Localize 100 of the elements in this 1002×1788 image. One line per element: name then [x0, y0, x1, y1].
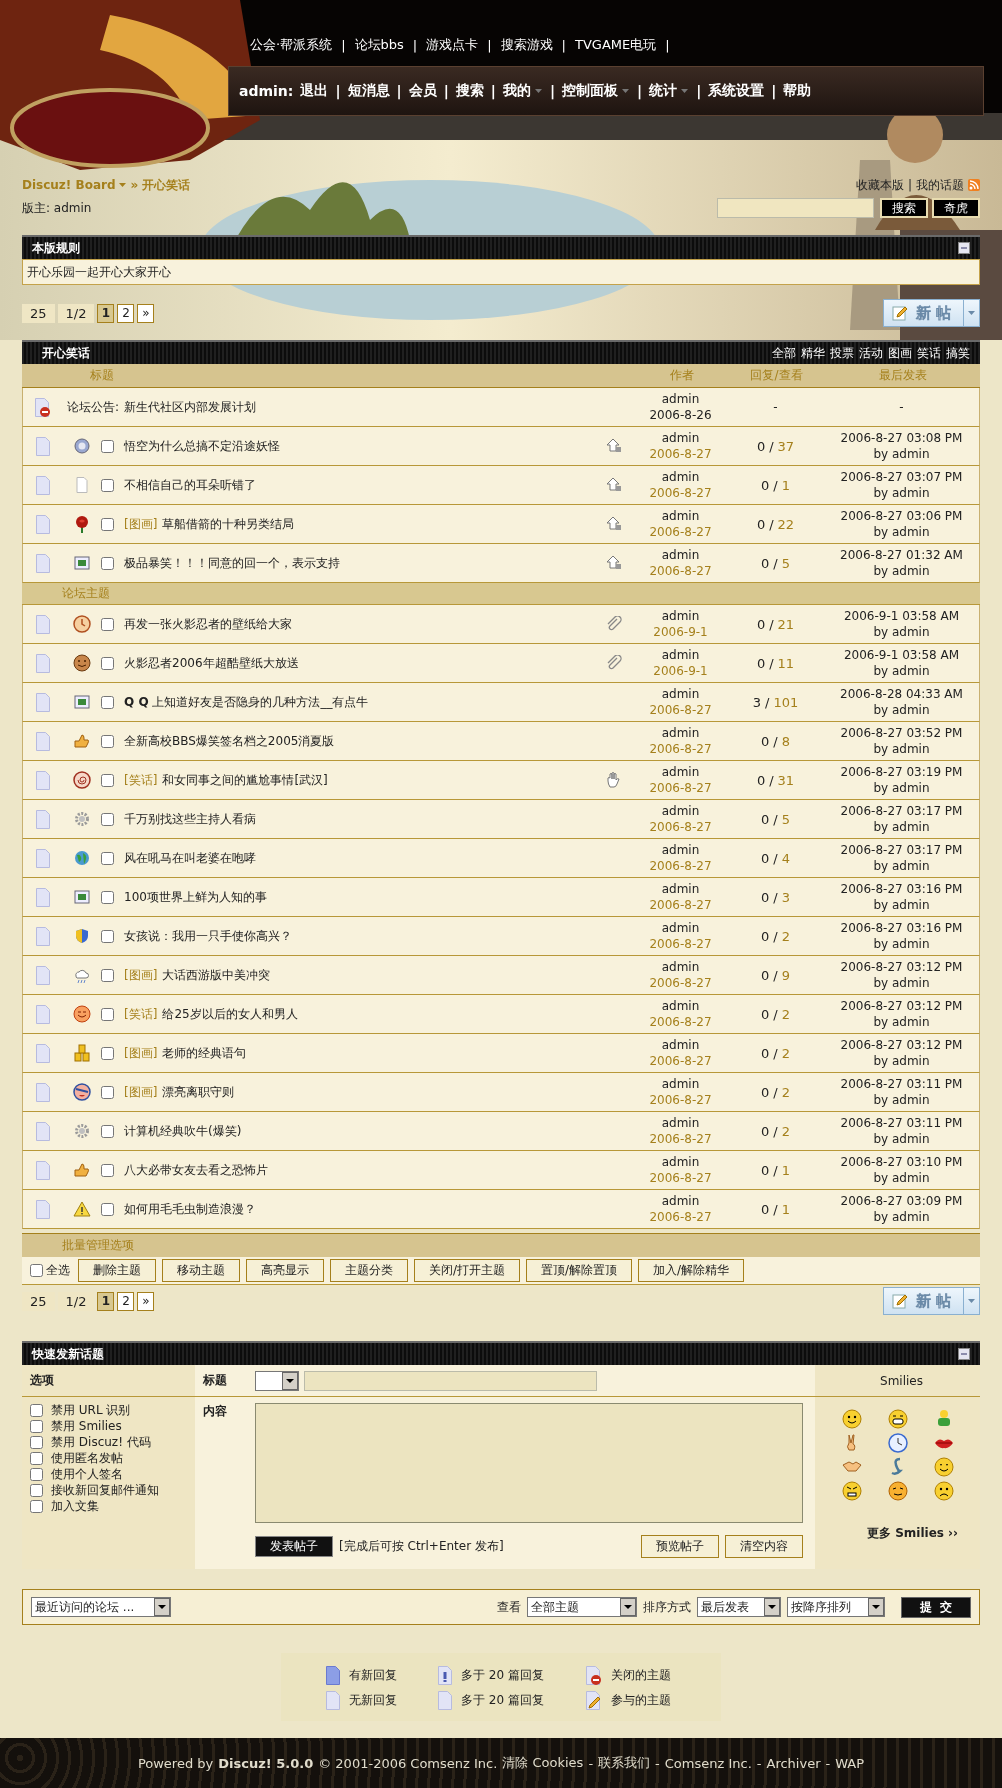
header-link[interactable]: 我的话题 — [916, 176, 964, 194]
author-link[interactable]: admin — [661, 608, 700, 624]
option-checkbox[interactable] — [30, 1451, 43, 1465]
brand-link[interactable]: Discuz! 5.0.0 — [218, 1755, 314, 1771]
submit-button[interactable]: 提 交 — [900, 1596, 971, 1618]
author-link[interactable]: admin — [661, 959, 700, 975]
topic-checkbox[interactable] — [101, 1007, 114, 1021]
author-link[interactable]: admin — [661, 469, 700, 485]
topic-title[interactable]: 全新高校BBS爆笑签名档之2005消夏版 — [124, 732, 335, 750]
topic-tag[interactable]: [图画] — [124, 1044, 158, 1062]
smiley-icon[interactable] — [841, 1409, 862, 1429]
last-poster[interactable]: by admin — [873, 975, 930, 991]
topic-title[interactable]: 八大必带女友去看之恐怖片 — [124, 1161, 268, 1179]
last-poster[interactable]: by admin — [873, 563, 930, 579]
last-poster[interactable]: by admin — [873, 780, 930, 796]
last-post-time[interactable]: 2006-8-27 03:12 PM — [840, 998, 963, 1014]
last-post-time[interactable]: 2006-9-1 03:58 AM — [843, 647, 960, 663]
topic-checkbox[interactable] — [101, 478, 114, 492]
author-link[interactable]: admin — [661, 1115, 700, 1131]
topic-checkbox[interactable] — [101, 1085, 114, 1099]
nav-link[interactable]: 我的 — [502, 82, 543, 100]
topic-title[interactable]: 漂亮离职守则 — [162, 1083, 235, 1101]
clear-button[interactable]: 清空内容 — [725, 1535, 803, 1558]
search-button[interactable]: 搜索 — [880, 198, 928, 218]
batch-button[interactable]: 高亮显示 — [246, 1259, 324, 1282]
option-checkbox[interactable] — [30, 1419, 43, 1433]
option-checkbox[interactable] — [30, 1435, 43, 1449]
filter-link[interactable]: 活动 — [859, 344, 883, 362]
topic-checkbox[interactable] — [101, 812, 114, 826]
order-dropdown[interactable]: 按降序排列 — [786, 1597, 885, 1617]
last-poster[interactable]: by admin — [873, 741, 930, 757]
last-post-time[interactable]: 2006-8-27 03:09 PM — [840, 1193, 963, 1209]
author-link[interactable]: admin — [661, 547, 700, 563]
author-link[interactable]: admin — [661, 1154, 700, 1170]
last-poster[interactable]: by admin — [873, 858, 930, 874]
topic-checkbox[interactable] — [101, 773, 114, 787]
last-poster[interactable]: by admin — [873, 624, 930, 640]
clock-icon[interactable] — [887, 1433, 908, 1453]
batch-button[interactable]: 移动主题 — [162, 1259, 240, 1282]
nav-link[interactable]: 会员 — [408, 82, 437, 100]
topic-checkbox[interactable] — [101, 1046, 114, 1060]
last-post-time[interactable]: 2006-8-27 03:17 PM — [840, 842, 963, 858]
last-post-time[interactable]: 2006-8-27 03:06 PM — [840, 508, 963, 524]
last-poster[interactable]: by admin — [873, 1170, 930, 1186]
filter-link[interactable]: 笑话 — [917, 344, 941, 362]
last-post-time[interactable]: 2006-8-27 03:17 PM — [840, 803, 963, 819]
page-link[interactable]: 1 — [97, 1291, 115, 1311]
author-link[interactable]: admin — [661, 725, 700, 741]
top-link[interactable]: TVGAME电玩 — [575, 36, 657, 54]
topic-title[interactable]: 火影忍者2006年超酷壁纸大放送 — [124, 654, 299, 672]
filter-link[interactable]: 精华 — [801, 344, 825, 362]
topic-checkbox[interactable] — [101, 890, 114, 904]
rss-icon[interactable] — [968, 179, 980, 191]
topic-title[interactable]: 千万别找这些主持人看病 — [124, 810, 256, 828]
topic-title[interactable]: 大话西游版中美冲突 — [162, 966, 271, 984]
topic-tag[interactable]: [图画] — [124, 966, 158, 984]
last-poster[interactable]: by admin — [873, 485, 930, 501]
option-checkbox[interactable] — [30, 1403, 43, 1417]
author-link[interactable]: admin — [661, 803, 700, 819]
last-post-time[interactable]: 2006-8-27 03:12 PM — [840, 959, 963, 975]
wink-icon[interactable] — [887, 1481, 908, 1501]
topic-title[interactable]: 悟空为什么总搞不定沿途妖怪 — [124, 437, 280, 455]
topic-checkbox[interactable] — [101, 1202, 114, 1216]
last-post-time[interactable]: 2006-8-27 01:32 AM — [840, 547, 963, 563]
submit-button[interactable]: 发表帖子 — [255, 1536, 333, 1557]
last-post-time[interactable]: 2006-8-27 03:08 PM — [840, 430, 963, 446]
footer-link[interactable]: Archiver — [766, 1755, 821, 1771]
topic-checkbox[interactable] — [101, 439, 114, 453]
last-poster[interactable]: by admin — [873, 1092, 930, 1108]
last-poster[interactable]: by admin — [873, 446, 930, 462]
last-post-time[interactable]: 2006-8-27 03:16 PM — [840, 881, 963, 897]
filter-link[interactable]: 投票 — [830, 344, 854, 362]
last-poster[interactable]: by admin — [873, 897, 930, 913]
topic-tag[interactable]: [图画] — [124, 1083, 158, 1101]
author-link[interactable]: admin — [661, 430, 700, 446]
topic-title[interactable]: Q Q 上知道好友是否隐身的几种方法__有点牛 — [124, 693, 369, 711]
topic-title[interactable]: 女孩说：我用一只手使你高兴？ — [124, 927, 292, 945]
topic-checkbox[interactable] — [101, 656, 114, 670]
topic-title[interactable]: 老师的经典语句 — [162, 1044, 247, 1062]
announcement-title[interactable]: 新生代社区内部发展计划 — [124, 398, 257, 416]
batch-button[interactable]: 关闭/打开主题 — [414, 1259, 521, 1282]
author-link[interactable]: admin — [661, 764, 700, 780]
author-link[interactable]: admin — [661, 508, 700, 524]
last-poster[interactable]: by admin — [873, 1014, 930, 1030]
nav-link[interactable]: 统计 — [649, 82, 690, 100]
topic-checkbox[interactable] — [101, 968, 114, 982]
nav-link[interactable]: 控制面板 — [562, 82, 631, 100]
page-link[interactable]: 2 — [117, 1291, 135, 1311]
topic-title[interactable]: 风在吼马在叫老婆在咆哮 — [124, 849, 256, 867]
author-link[interactable]: admin — [661, 1076, 700, 1092]
author-link[interactable]: admin — [661, 881, 700, 897]
last-poster[interactable]: by admin — [873, 702, 930, 718]
subject-type-dropdown[interactable] — [255, 1370, 299, 1391]
search-button[interactable]: 奇虎 — [932, 198, 980, 218]
topic-checkbox[interactable] — [101, 1124, 114, 1138]
collapse-icon[interactable] — [958, 242, 970, 254]
author-link[interactable]: admin — [661, 842, 700, 858]
page-link[interactable]: » — [137, 1291, 155, 1311]
last-poster[interactable]: by admin — [873, 936, 930, 952]
view-dropdown[interactable]: 全部主题 — [526, 1597, 637, 1617]
